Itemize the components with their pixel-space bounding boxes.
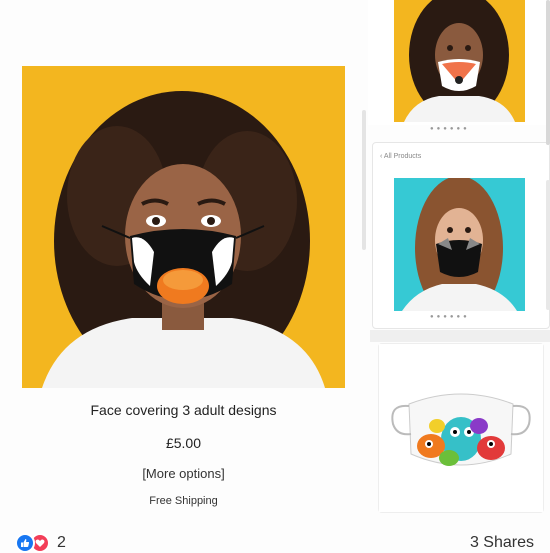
penguin-mask-photo bbox=[22, 66, 345, 388]
product-price: £5.00 bbox=[165, 435, 202, 451]
scroll-edge-right-mid bbox=[546, 180, 550, 310]
carousel-dots-middle: ●●●●●● bbox=[430, 314, 470, 320]
more-options-link[interactable]: [More options] bbox=[22, 466, 345, 481]
divider-band bbox=[370, 330, 550, 342]
product-title[interactable]: Face covering 3 adult designs bbox=[22, 402, 345, 418]
scroll-edge-left bbox=[362, 110, 366, 250]
scroll-edge-right-top bbox=[546, 0, 550, 145]
reaction-count: 2 bbox=[57, 534, 66, 551]
fox-mask-image[interactable] bbox=[394, 0, 525, 122]
fox-mask-photo bbox=[394, 0, 525, 122]
carousel-dots-top: ●●●●●● bbox=[430, 126, 470, 132]
cat-mask-photo bbox=[394, 178, 525, 311]
monster-mask-image bbox=[379, 344, 543, 512]
shares-count[interactable]: 3 Shares bbox=[470, 534, 534, 552]
cat-mask-image[interactable] bbox=[394, 178, 525, 311]
reactions-summary[interactable]: 2 bbox=[15, 533, 66, 553]
all-products-link[interactable]: ‹ All Products bbox=[380, 153, 421, 160]
shipping-info: Free Shipping bbox=[149, 495, 218, 507]
product-main-image[interactable] bbox=[22, 66, 345, 388]
monster-mask-panel[interactable] bbox=[378, 343, 544, 513]
like-icon bbox=[15, 533, 35, 553]
